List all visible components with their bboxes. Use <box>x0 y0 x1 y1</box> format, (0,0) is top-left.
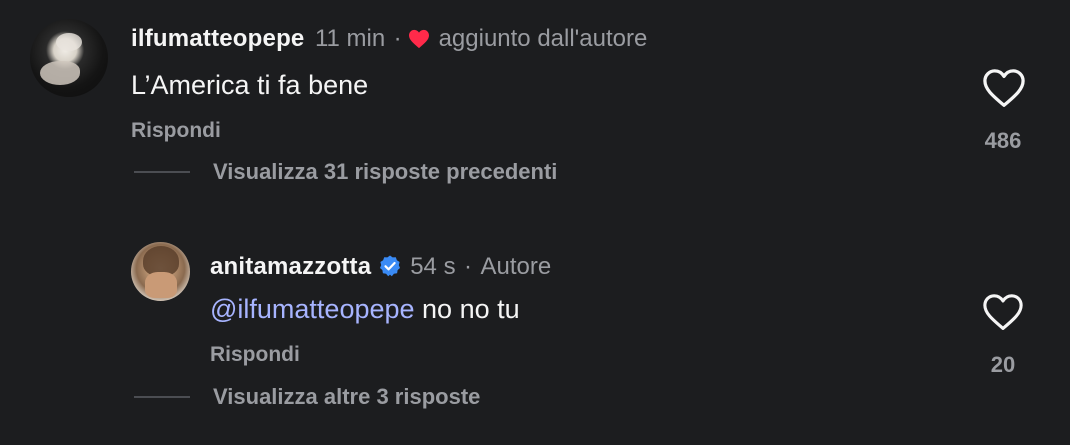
comment-like-count: 486 <box>984 128 1022 153</box>
view-previous-replies[interactable]: Visualizza 31 risposte precedenti <box>213 159 557 185</box>
more-replies-divider <box>134 396 190 398</box>
reply-text: @ilfumatteopepe no no tu <box>210 294 520 325</box>
liked-by-author-label: aggiunto dall'autore <box>438 25 648 52</box>
replies-divider <box>134 171 190 173</box>
view-more-replies[interactable]: Visualizza altre 3 risposte <box>213 384 480 410</box>
reply-body: no no tu <box>414 294 520 324</box>
reply-reply-button[interactable]: Rispondi <box>210 343 300 367</box>
reply-button[interactable]: Rispondi <box>131 119 221 143</box>
comment-time: 11 min <box>314 25 386 52</box>
reply-like-button[interactable] <box>982 293 1024 336</box>
reply-header: anitamazzotta 54 s · Autore <box>210 253 551 283</box>
heart-outline-icon <box>983 69 1025 107</box>
meta-separator: · <box>393 25 402 52</box>
reply-avatar[interactable] <box>131 242 190 301</box>
reply-username[interactable]: anitamazzotta <box>210 253 371 280</box>
meta-separator: · <box>464 253 473 280</box>
comment-text: L’America ti fa bene <box>131 70 369 100</box>
comment-username[interactable]: ilfumatteopepe <box>131 25 304 52</box>
author-badge: Autore <box>480 253 552 280</box>
reply-like-count: 20 <box>990 352 1016 377</box>
comment-header: ilfumatteopepe 11 min · aggiunto dall'au… <box>131 25 647 54</box>
mention-link[interactable]: @ilfumatteopepe <box>210 294 415 324</box>
comment-like-button[interactable] <box>982 68 1026 113</box>
verified-badge-icon <box>378 254 402 283</box>
commenter-avatar[interactable] <box>30 19 108 97</box>
heart-filled-icon <box>408 29 430 54</box>
heart-outline-icon <box>983 294 1023 330</box>
reply-time: 54 s <box>410 253 456 280</box>
comments-thread: ilfumatteopepe 11 min · aggiunto dall'au… <box>0 0 1070 445</box>
